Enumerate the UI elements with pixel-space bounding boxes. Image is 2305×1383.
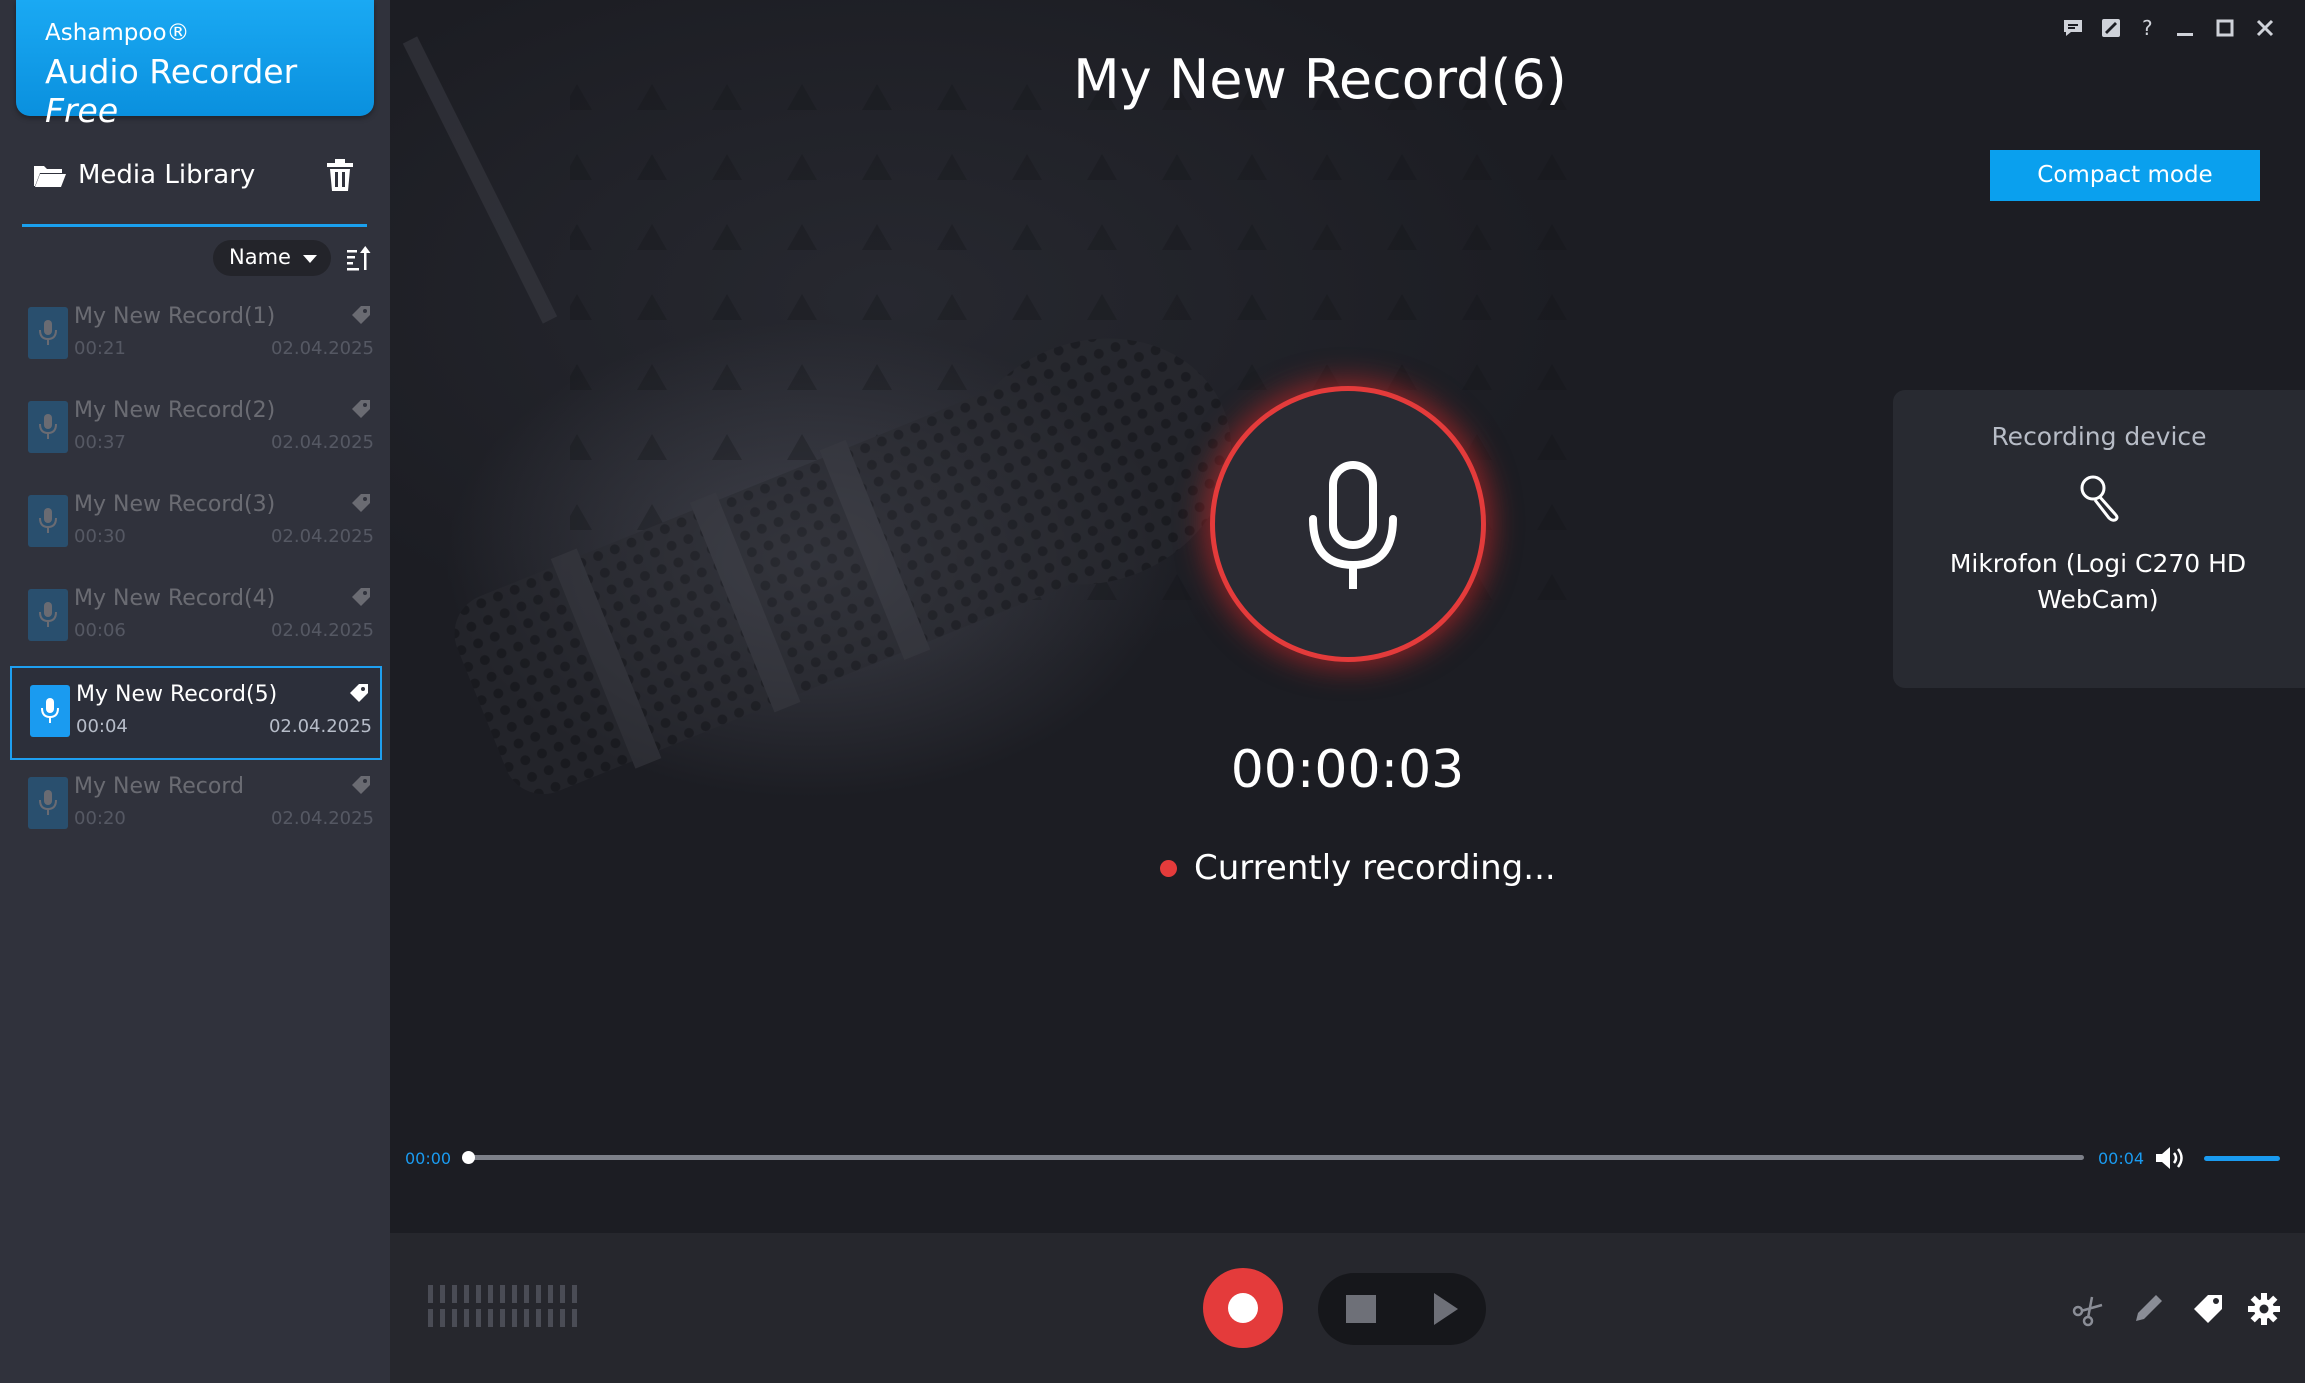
recording-duration: 00:20 [74,808,126,829]
play-button[interactable] [1434,1293,1458,1325]
close-icon[interactable] [2253,16,2277,40]
settings-icon[interactable] [2246,1291,2282,1327]
recording-dot-icon [1160,860,1177,877]
recording-list-item[interactable]: My New Record(3) 00:30 02.04.2025 [10,478,382,572]
sort-by-value: Name [229,245,291,269]
recording-list-item[interactable]: My New Record(1) 00:21 02.04.2025 [10,290,382,384]
recording-duration: 00:37 [74,432,126,453]
bottom-toolbar [390,1233,2305,1383]
recording-duration: 00:30 [74,526,126,547]
recording-device-name: Mikrofon (Logi C270 HD WebCam) [1949,549,2247,614]
recording-title[interactable]: My New Record(6) [390,48,2250,111]
recordings-list: My New Record(1) 00:21 02.04.2025 My New Re… [10,290,382,854]
recording-list-item[interactable]: My New Record(2) 00:37 02.04.2025 [10,384,382,478]
playback-time-start: 00:00 [405,1149,452,1168]
recording-list-item[interactable]: My New Record 00:20 02.04.2025 [10,760,382,854]
playback-progress-handle[interactable] [462,1151,475,1164]
feedback-icon[interactable] [2061,16,2085,40]
recording-name: My New Record(3) [74,492,276,517]
microphone-icon [39,602,57,627]
tag-icon[interactable] [2190,1291,2226,1327]
media-library-header[interactable]: Media Library [22,150,367,210]
recording-name: My New Record [74,774,244,799]
audio-file-icon [28,307,68,359]
logo-brand: Ashampoo® [45,20,190,46]
playback-progress-bar[interactable] [470,1155,2084,1160]
trash-icon[interactable] [325,158,355,192]
recording-list-item[interactable]: My New Record(4) 00:06 02.04.2025 [10,572,382,666]
audio-level-meter [428,1285,577,1327]
recording-timer: 00:00:03 [1230,740,1465,800]
microphone-icon [41,698,59,723]
logo-product-name: Audio Recorder [45,52,298,91]
recording-date: 02.04.2025 [270,808,374,829]
handheld-microphone-icon [2080,475,2119,522]
audio-file-icon [28,777,68,829]
audio-file-icon [28,401,68,453]
recording-duration: 00:06 [74,620,126,641]
minimize-icon[interactable] [2173,16,2197,40]
tag-icon[interactable] [350,492,372,514]
microphone-icon [1309,461,1397,589]
svg-text:?: ? [2142,16,2153,40]
recording-name: My New Record(2) [74,398,276,423]
tag-icon[interactable] [348,682,370,704]
recording-duration: 00:21 [74,338,126,359]
microphone-icon [39,790,57,815]
cut-icon[interactable] [2070,1291,2106,1327]
recording-duration: 00:04 [76,716,128,737]
tag-icon[interactable] [350,774,372,796]
recording-status-text: Currently recording... [1194,848,1556,888]
edit-icon[interactable] [2130,1291,2166,1327]
chevron-down-icon [303,255,317,263]
volume-icon[interactable] [2154,1145,2186,1171]
compact-mode-button[interactable]: Compact mode [1990,150,2260,201]
tag-icon[interactable] [350,304,372,326]
microphone-icon [39,414,57,439]
recording-name: My New Record(1) [74,304,276,329]
audio-file-icon [28,589,68,641]
recording-device-label: Recording device [1991,422,2207,451]
media-library-title: Media Library [78,160,256,190]
maximize-icon[interactable] [2213,16,2237,40]
tag-icon[interactable] [350,586,372,608]
microphone-icon [39,508,57,533]
tag-icon[interactable] [350,398,372,420]
main-panel: ? My New Record(6) Compact mode 00:00:03… [390,0,2305,1233]
recording-date: 02.04.2025 [270,620,374,641]
logo-product: Audio Recorder Free [45,52,374,130]
record-button[interactable] [1203,1268,1283,1348]
transport-controls [1318,1273,1486,1345]
audio-file-icon [30,685,70,737]
record-status-button[interactable] [1210,386,1486,662]
recording-date: 02.04.2025 [270,526,374,547]
stop-button[interactable] [1346,1295,1376,1323]
folder-open-icon [34,166,66,187]
recording-date: 02.04.2025 [268,716,372,737]
help-icon[interactable]: ? [2135,16,2159,40]
recording-device-panel[interactable]: Recording device Mikrofon (Logi C270 HD … [1893,390,2305,688]
audio-file-icon [28,495,68,547]
volume-slider[interactable] [2204,1156,2280,1161]
sort-order-icon[interactable] [346,244,372,272]
recording-list-item[interactable]: My New Record(5) 00:04 02.04.2025 [10,666,382,760]
recording-date: 02.04.2025 [270,338,374,359]
playback-time-end: 00:04 [2098,1149,2145,1168]
logo-edition: Free [45,91,119,130]
record-icon [1228,1293,1258,1323]
recording-name: My New Record(4) [74,586,276,611]
sidebar: Ashampoo® Audio Recorder Free Media Libr… [0,0,390,1383]
microphone-icon [39,320,57,345]
recording-date: 02.04.2025 [270,432,374,453]
notes-icon[interactable] [2099,16,2123,40]
app-logo: Ashampoo® Audio Recorder Free [16,0,374,130]
library-tab-underline [22,224,367,227]
sort-by-select[interactable]: Name [213,240,331,276]
recording-name: My New Record(5) [76,682,278,707]
